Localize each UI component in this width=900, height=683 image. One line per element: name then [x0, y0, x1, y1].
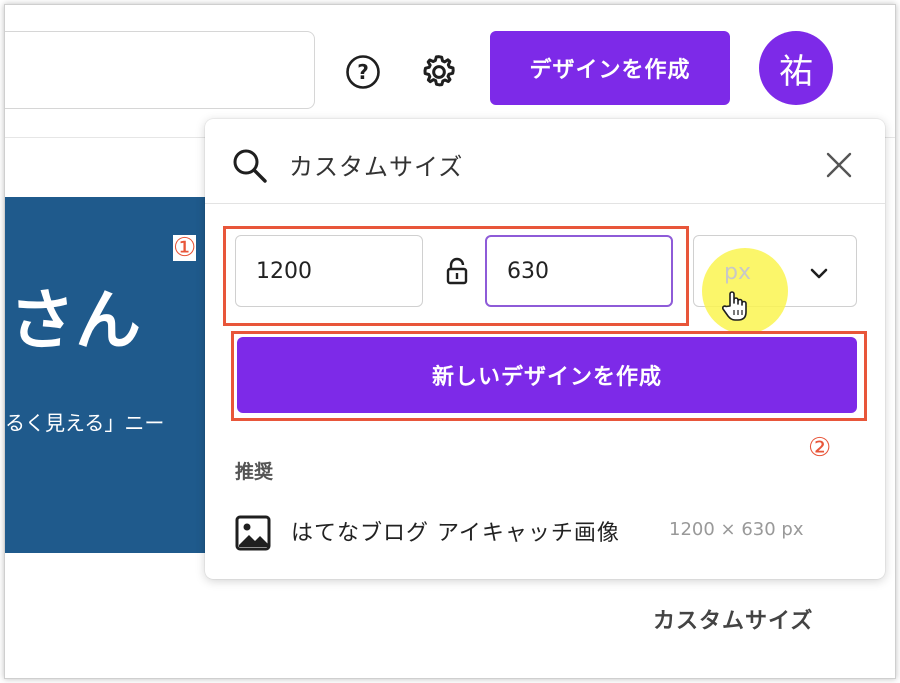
- search-icon: [231, 147, 269, 185]
- image-icon: [235, 515, 271, 551]
- thumbnail-text: るく見える」ニー: [5, 411, 165, 435]
- hand-cursor-icon: [721, 290, 750, 322]
- top-search-field[interactable]: [5, 31, 315, 109]
- annotation-box-2: [231, 331, 867, 421]
- annotation-label-1: ①: [173, 233, 197, 263]
- suggestion-name: はてなブログ アイキャッチ画像: [291, 521, 620, 546]
- suggestion-size: 1200 × 630 px: [669, 519, 804, 540]
- annotation-label-2: ②: [808, 433, 832, 463]
- unit-select[interactable]: px: [693, 235, 857, 334]
- svg-text:?: ?: [357, 60, 369, 84]
- recommended-heading: 推奨: [235, 461, 274, 483]
- chevron-down-icon: [808, 262, 830, 284]
- thumbnail-heading: さん: [9, 282, 141, 359]
- create-design-button[interactable]: デザインを作成: [490, 31, 730, 105]
- app-window: ? デザインを作成 祐 さん るく見える」ニー カスタムサイズ カスタムサイズ: [4, 4, 896, 679]
- close-icon[interactable]: [825, 151, 853, 179]
- panel-search-input[interactable]: カスタムサイズ: [289, 147, 463, 182]
- avatar[interactable]: 祐: [759, 31, 833, 105]
- unit-value: px: [724, 260, 751, 285]
- help-icon[interactable]: ?: [345, 54, 381, 90]
- annotation-box-1: [223, 226, 689, 326]
- list-item[interactable]: はてなブログ アイキャッチ画像 1200 × 630 px: [205, 501, 885, 561]
- gear-icon[interactable]: [419, 52, 459, 92]
- panel-search-row: カスタムサイズ: [205, 119, 885, 204]
- custom-size-label[interactable]: カスタムサイズ: [653, 603, 813, 635]
